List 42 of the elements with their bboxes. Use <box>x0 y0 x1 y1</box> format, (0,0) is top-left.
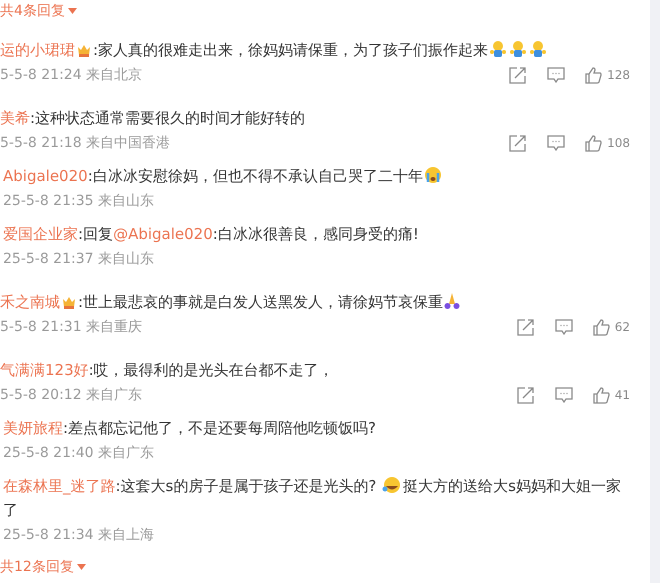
thumbs-up-icon <box>592 386 610 404</box>
comment-text: 美妍旅程:差点都忘记他了，不是还要每周陪他吃顿饭吗? <box>3 418 378 439</box>
comment-text: Abigale020:白冰冰安慰徐妈，但也不得不承认自己哭了二十年 <box>3 164 630 188</box>
laughing-emoji-icon <box>382 476 402 494</box>
comment-meta: 5-5-8 21:31 来自重庆 <box>0 318 142 336</box>
thumbs-up-icon <box>585 66 602 84</box>
comment-icon[interactable] <box>554 318 573 336</box>
comment-text: 美希:这种状态通常需要很久的时间才能好转的 <box>0 108 306 129</box>
comment-text: 爱国企业家:回复@Abigale020:白冰冰很善良，感同身受的痛! <box>3 224 420 245</box>
hug-emoji-icon <box>509 40 528 58</box>
like-button[interactable]: 128 <box>585 66 630 84</box>
praying-hands-icon <box>444 292 460 310</box>
share-icon[interactable] <box>509 134 528 152</box>
comment-meta: 5-5-8 20:12 来自广东 <box>0 386 142 404</box>
comment-meta: 5-5-8 21:18 来自中国香港 <box>0 134 170 152</box>
share-icon[interactable] <box>509 66 528 84</box>
comment-text: 禾之南城 :世上最悲哀的事就是白发人送黑发人，请徐妈节哀保重 <box>0 290 630 314</box>
comment-meta: 5-5-8 21:24 来自北京 <box>0 66 142 84</box>
comment-icon[interactable] <box>547 134 566 152</box>
share-icon[interactable] <box>516 386 535 404</box>
like-button[interactable]: 41 <box>592 386 630 404</box>
thumbs-up-icon <box>585 134 602 152</box>
comment-text: 气满满123好:哎，最得利的是光头在台都不走了， <box>0 360 335 381</box>
comment-icon[interactable] <box>547 66 566 84</box>
comment-meta: 25-5-8 21:35 来自山东 <box>3 192 154 210</box>
hug-emoji-icon <box>529 40 548 58</box>
crying-emoji-icon <box>424 166 442 184</box>
like-button[interactable]: 108 <box>585 134 630 152</box>
replies-link[interactable]: 共4条回复 <box>0 2 77 20</box>
comment-meta: 25-5-8 21:34 来自上海 <box>3 526 154 544</box>
comment-text: 在森林里_迷了路:这套大s的房子是属于孩子还是光头的? 挺大方的送给大s妈妈和大姐一家了 <box>3 475 622 521</box>
caret-icon <box>76 564 86 570</box>
comment-meta: 25-5-8 21:40 来自广东 <box>3 444 154 462</box>
hug-emoji-icon <box>489 40 508 58</box>
comment-text: 运的小珺珺 :家人真的很难走出来，徐妈妈请保重，为了孩子们振作起来 <box>0 38 630 62</box>
share-icon[interactable] <box>516 318 535 336</box>
replies-link[interactable]: 共12条回复 <box>0 558 86 576</box>
like-button[interactable]: 62 <box>592 318 630 336</box>
comment-icon[interactable] <box>554 386 573 404</box>
thumbs-up-icon <box>592 318 610 336</box>
caret-icon <box>68 8 77 14</box>
comment-meta: 25-5-8 21:37 来自山东 <box>3 250 154 268</box>
